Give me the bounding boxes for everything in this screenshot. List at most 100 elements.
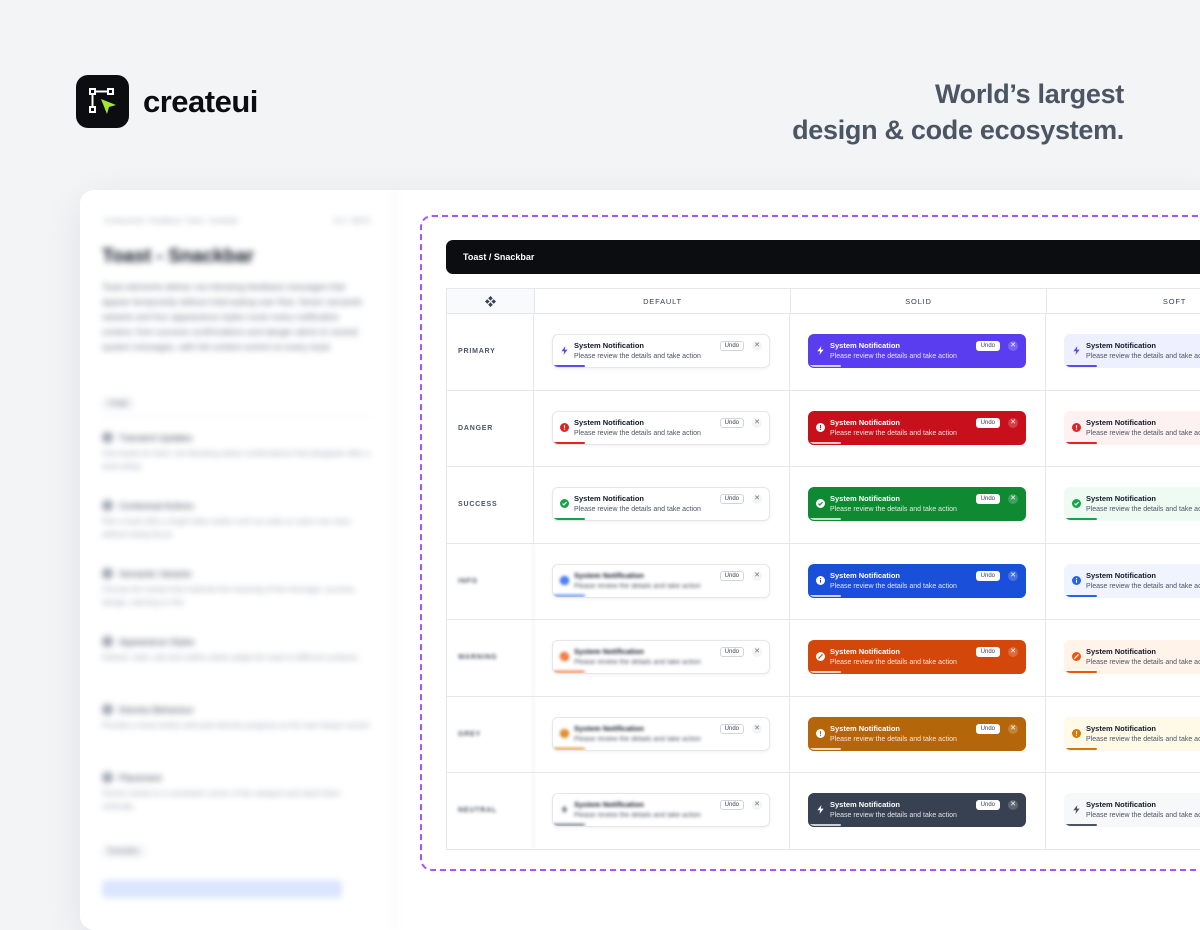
toast-title: System Notification	[830, 800, 901, 809]
toast-message: Please review the details and take actio…	[574, 506, 701, 513]
toast-message: Please review the details and take actio…	[574, 735, 701, 743]
close-icon[interactable]: ✕	[1008, 341, 1018, 351]
close-icon[interactable]: ✕	[1008, 494, 1018, 504]
alert-circle-icon	[816, 419, 825, 432]
link-strip[interactable]	[102, 880, 342, 898]
brand: createui	[76, 75, 258, 128]
row-label: WARNING	[447, 620, 534, 696]
progress-bar	[1065, 365, 1097, 367]
toast-success-soft: System Notification Please review the de…	[1064, 487, 1200, 521]
undo-button[interactable]: Undo	[975, 800, 1000, 810]
toast-danger-soft: System Notification Please review the de…	[1064, 410, 1200, 445]
toast-title: System Notification	[830, 494, 901, 503]
cell-success-default: System Notification Please review the de…	[534, 467, 790, 543]
toast-message: Please review the details and take actio…	[1086, 659, 1200, 666]
cell-danger-default: System Notification Please review the de…	[534, 390, 790, 466]
undo-button[interactable]: Undo	[719, 570, 744, 581]
usage-item-heading: Dismiss Behaviour	[102, 704, 372, 715]
close-icon[interactable]: ✕	[1008, 723, 1018, 734]
selection-cursor-icon	[88, 87, 116, 114]
close-icon[interactable]: ✕	[752, 570, 762, 581]
row-label: INFO	[447, 543, 534, 619]
progress-bar	[809, 365, 841, 367]
toast-neutral-default: System Notification Please review the de…	[552, 793, 770, 827]
toast-info-soft: System Notification Please review the de…	[1064, 563, 1200, 598]
progress-bar	[553, 518, 585, 520]
toast-title: System Notification	[830, 647, 901, 656]
progress-bar	[553, 594, 585, 597]
close-icon[interactable]: ✕	[1008, 647, 1018, 657]
close-icon[interactable]: ✕	[1008, 570, 1018, 581]
undo-button[interactable]: Undo	[975, 570, 1000, 581]
usage-item: Contextual Actions Pair a toast with a s…	[102, 500, 372, 541]
column-header-soft: SOFT	[1047, 289, 1200, 313]
info-circle-icon	[816, 572, 825, 585]
close-icon[interactable]: ✕	[752, 494, 762, 504]
slash-circle-icon	[1072, 648, 1081, 661]
undo-button[interactable]: Undo	[719, 417, 744, 428]
number-badge-icon	[102, 704, 113, 715]
toast-message: Please review the details and take actio…	[1086, 353, 1200, 360]
toast-title: System Notification	[574, 494, 645, 503]
check-circle-icon	[816, 495, 825, 508]
close-icon[interactable]: ✕	[752, 417, 762, 428]
close-icon[interactable]: ✕	[752, 723, 762, 734]
alert-circle-icon	[1072, 725, 1081, 738]
toast-message: Please review the details and take actio…	[830, 353, 957, 360]
cell-danger-solid: System Notification Please review the de…	[790, 390, 1046, 466]
toast-title: System Notification	[830, 417, 901, 427]
number-badge-icon	[102, 772, 113, 783]
alert-circle-icon	[560, 725, 569, 738]
close-icon[interactable]: ✕	[752, 647, 762, 657]
undo-button[interactable]: Undo	[719, 647, 744, 657]
toast-primary-solid: System Notification Please review the de…	[808, 334, 1026, 368]
slash-circle-icon	[816, 648, 825, 661]
usage-item-title: Semantic Variants	[119, 568, 192, 579]
breadcrumb[interactable]: Components / Feedback / Toast - Snackbar	[104, 218, 239, 225]
undo-button[interactable]: Undo	[719, 341, 744, 351]
undo-button[interactable]: Undo	[975, 341, 1000, 351]
progress-bar	[1065, 518, 1097, 520]
undo-button[interactable]: Undo	[975, 417, 1000, 428]
component-diamond-icon	[485, 295, 496, 307]
toast-title: System Notification	[1086, 417, 1157, 427]
page-description: Toast elements deliver non-blocking feed…	[102, 282, 363, 352]
toast-title: System Notification	[1086, 647, 1157, 656]
progress-bar	[1065, 824, 1097, 826]
progress-bar	[1065, 594, 1097, 597]
number-badge-icon	[102, 568, 113, 579]
cell-danger-soft: System Notification Please review the de…	[1046, 391, 1200, 467]
undo-button[interactable]: Undo	[975, 494, 1000, 504]
close-icon[interactable]: ✕	[1008, 800, 1018, 810]
docs-sidebar: Components / Feedback / Toast - Snackbar…	[80, 190, 395, 930]
cell-primary-soft: System Notification Please review the de…	[1046, 314, 1200, 390]
progress-bar	[553, 441, 585, 444]
cell-neutral-default: System Notification Please review the de…	[534, 773, 790, 849]
undo-button[interactable]: Undo	[719, 723, 744, 734]
close-icon[interactable]: ✕	[752, 800, 762, 810]
close-icon[interactable]: ✕	[752, 341, 762, 351]
usage-item: Appearance Styles Default, solid, soft a…	[102, 636, 372, 664]
frame-title: Toast / Snackbar	[463, 252, 535, 262]
row-success: SUCCESS System Notification Please revie…	[447, 467, 1200, 544]
undo-button[interactable]: Undo	[975, 647, 1000, 657]
slash-circle-icon	[560, 648, 569, 661]
toast-message: Please review the details and take actio…	[1086, 735, 1200, 743]
progress-bar	[809, 747, 841, 750]
app-window: Components / Feedback / Toast - Snackbar…	[80, 190, 1200, 930]
progress-bar	[809, 518, 841, 520]
version-badge: v2.0 - BETA	[332, 218, 370, 225]
toast-grey-default: System Notification Please review the de…	[552, 716, 770, 751]
bolt-icon	[1072, 342, 1081, 355]
undo-button[interactable]: Undo	[719, 494, 744, 504]
close-icon[interactable]: ✕	[1008, 417, 1018, 428]
frame-title-bar: Toast / Snackbar	[446, 240, 1200, 274]
undo-button[interactable]: Undo	[719, 800, 744, 810]
cell-primary-default: System Notification Please review the de…	[534, 314, 790, 390]
cell-warning-default: System Notification Please review the de…	[534, 620, 790, 696]
usage-item-heading: Appearance Styles	[102, 636, 372, 647]
row-info: INFO System Notification Please review t…	[447, 543, 1200, 620]
column-header-solid: SOLID	[791, 289, 1047, 313]
toast-grey-soft: System Notification Please review the de…	[1064, 716, 1200, 751]
undo-button[interactable]: Undo	[975, 723, 1000, 734]
